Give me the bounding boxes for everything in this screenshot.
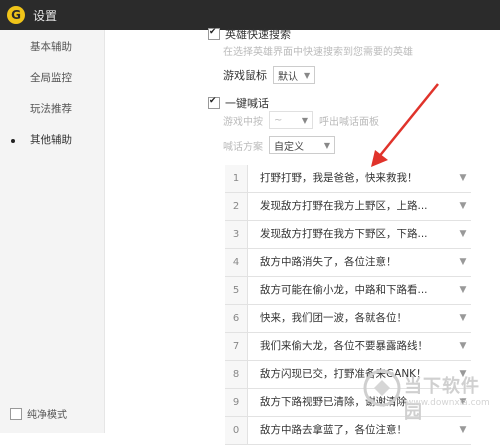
arrow-head-icon: [371, 150, 388, 167]
watermark: 当下软件园 www.downxia.com: [360, 362, 496, 423]
arrow-shaft: [377, 83, 439, 159]
watermark-url: www.downxia.com: [406, 398, 490, 408]
